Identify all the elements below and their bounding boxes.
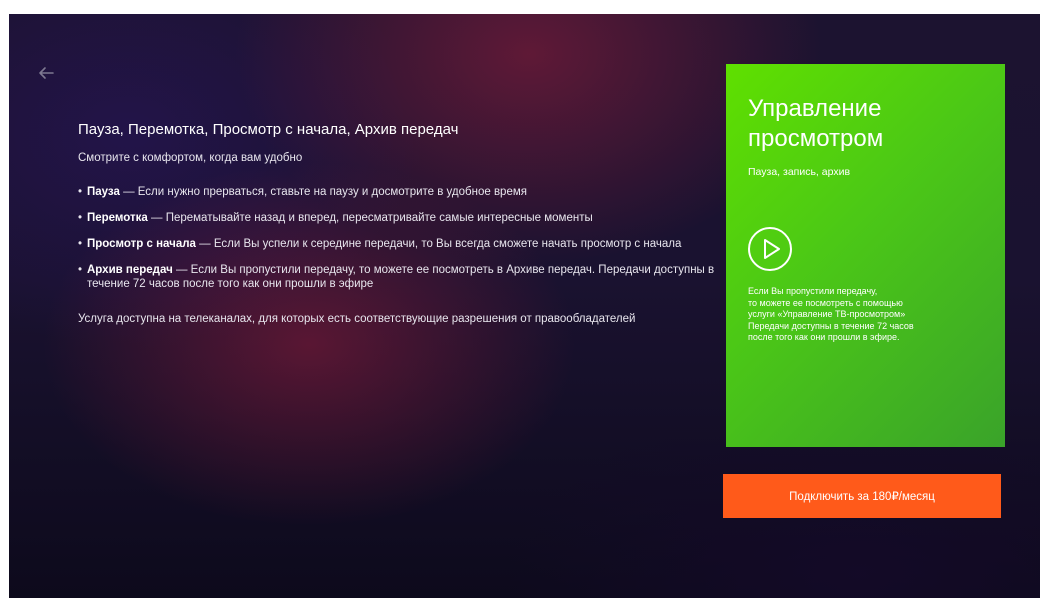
feature-item-rewind: • Перемотка — Перематывайте назад и впере…	[78, 211, 718, 225]
feature-text: — Если Вы пропустили передачу, то можете…	[87, 264, 715, 290]
back-button[interactable]	[37, 66, 55, 80]
service-subtitle: Смотрите с комфортом, когда вам удобно	[78, 152, 303, 164]
bullet: •	[78, 238, 83, 250]
arrow-left-icon	[39, 67, 54, 79]
feature-name: Просмотр с начала	[87, 238, 196, 250]
service-card: Управление просмотром Пауза, запись, арх…	[726, 64, 1005, 447]
feature-text: — Если Вы успели к середине передачи, то…	[195, 238, 682, 250]
feature-item-archive: • Архив передач — Если Вы пропустили пере…	[78, 263, 718, 291]
card-title: Управление просмотром	[748, 95, 884, 152]
feature-name: Перемотка	[87, 212, 148, 224]
bullet: •	[78, 264, 83, 276]
service-info: Пауза, Перемотка, Просмотр с начала, Арх…	[78, 120, 718, 338]
feature-item-pause: • Пауза — Если нужно прерваться, ставьте …	[78, 185, 718, 199]
feature-list: • Пауза — Если нужно прерваться, ставьте …	[78, 185, 718, 291]
play-circle-icon	[748, 227, 792, 271]
service-title: Пауза, Перемотка, Просмотр с начала, Арх…	[78, 121, 459, 138]
card-subtitle: Пауза, запись, архив	[748, 166, 851, 178]
feature-name: Пауза	[87, 186, 120, 198]
tv-screen: Пауза, Перемотка, Просмотр с начала, Арх…	[9, 14, 1040, 598]
subscribe-button[interactable]: Подключить за 180₽/месяц	[723, 474, 1001, 518]
availability-note: Услуга доступна на телеканалах, для кото…	[78, 313, 636, 325]
feature-item-restart: • Просмотр с начала — Если Вы успели к се…	[78, 237, 718, 251]
feature-text: — Перематывайте назад и вперед, пересмат…	[147, 212, 593, 224]
bullet: •	[78, 186, 83, 198]
card-description: Если Вы пропустили передачу, то можете е…	[748, 286, 914, 342]
feature-text: — Если нужно прерваться, ставьте на пауз…	[119, 186, 527, 198]
bullet: •	[78, 212, 83, 224]
feature-name: Архив передач	[87, 264, 173, 276]
